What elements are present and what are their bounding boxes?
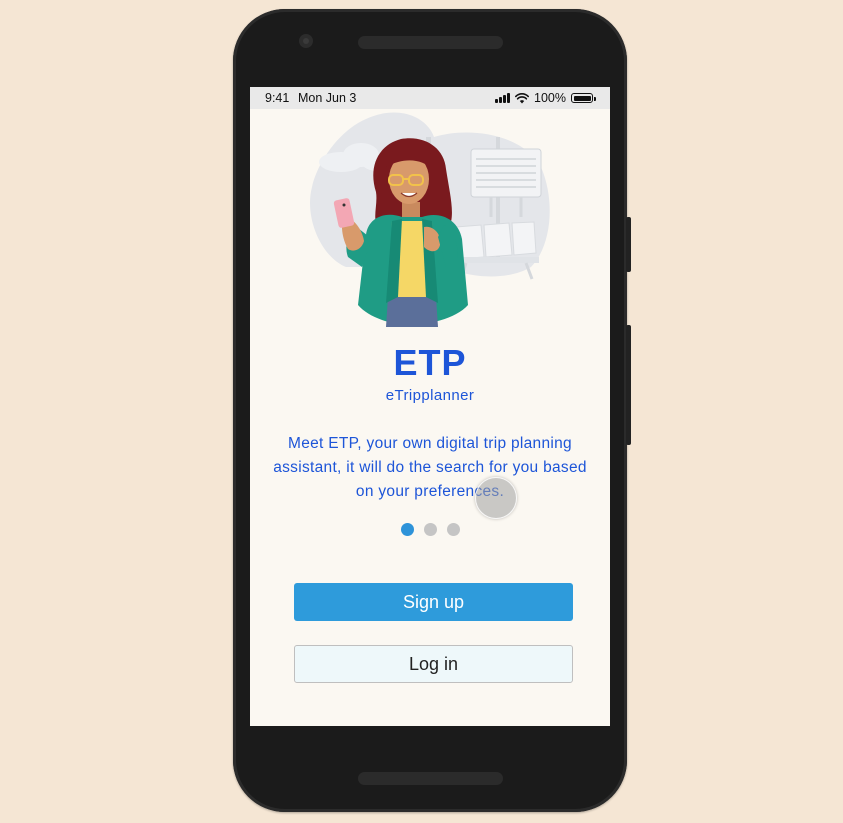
volume-button — [626, 217, 631, 272]
status-time: 9:41 — [265, 91, 290, 105]
power-button — [626, 325, 631, 445]
pagination-dots — [250, 523, 610, 536]
touch-indicator — [475, 477, 517, 519]
status-bar: 9:41 Mon Jun 3 100% — [250, 87, 610, 109]
signup-button[interactable]: Sign up — [294, 583, 573, 621]
traveler-illustration — [310, 112, 550, 327]
wifi-icon — [515, 92, 530, 103]
app-title: ETP — [393, 342, 467, 383]
bottom-speaker — [358, 772, 503, 785]
pagination-dot[interactable] — [423, 523, 437, 536]
app-screen: 9:41 Mon Jun 3 100% ETP eTripplanner Mee… — [250, 87, 610, 726]
pagination-dot[interactable] — [400, 523, 414, 536]
status-indicators: 100% — [495, 91, 596, 105]
phone-frame: 9:41 Mon Jun 3 100% ETP eTripplanner Mee… — [233, 9, 631, 812]
status-date: Mon Jun 3 — [298, 91, 357, 105]
signal-icon — [495, 93, 511, 103]
app-description: Meet ETP, your own digital trip planning… — [273, 435, 587, 500]
battery-icon — [571, 93, 596, 103]
pagination-dot[interactable] — [446, 523, 460, 536]
speaker-icon — [358, 36, 503, 49]
battery-percent: 100% — [534, 91, 566, 105]
app-subtitle: eTripplanner — [385, 387, 475, 404]
login-button[interactable]: Log in — [294, 645, 573, 683]
camera-icon — [299, 34, 313, 48]
